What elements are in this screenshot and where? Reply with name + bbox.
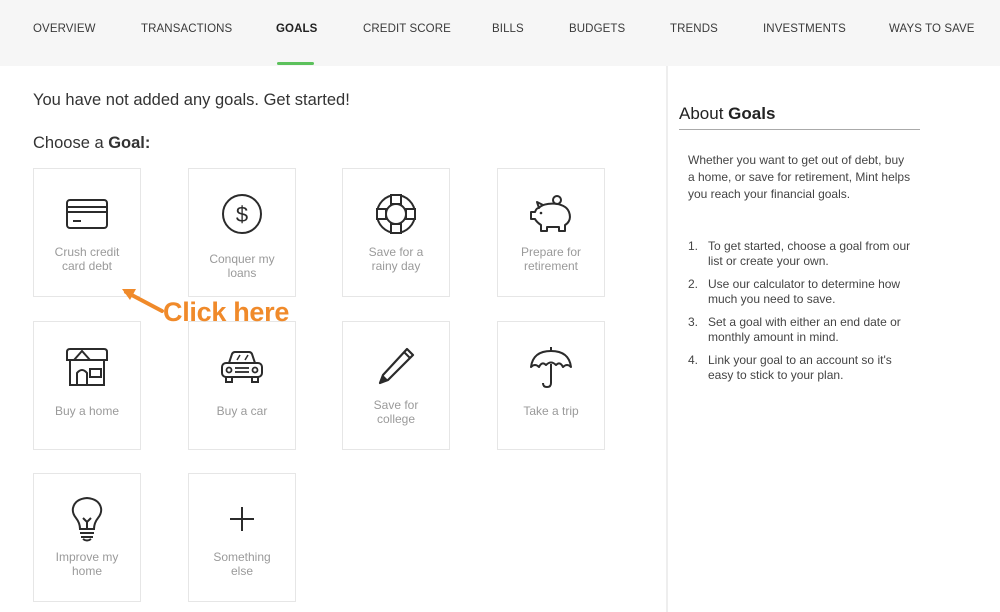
- about-step: 3. Set a goal with either an end date or …: [688, 315, 901, 344]
- goal-label: Buy a car: [216, 404, 268, 418]
- annotation-arrow-icon: [118, 284, 166, 321]
- svg-text:$: $: [236, 202, 248, 227]
- tab-overview[interactable]: OVERVIEW: [33, 23, 96, 35]
- tab-trends[interactable]: TRENDS: [670, 23, 718, 35]
- umbrella-icon: [498, 344, 604, 390]
- lightbulb-icon: [34, 496, 140, 542]
- tab-budgets[interactable]: BUDGETS: [569, 23, 625, 35]
- about-title-bold: Goals: [728, 104, 776, 123]
- goal-tile-buy-a-car[interactable]: Buy a car: [188, 321, 296, 450]
- about-step: 2. Use our calculator to determine how mu…: [688, 277, 901, 306]
- tab-investments[interactable]: INVESTMENTS: [763, 23, 846, 35]
- choose-goal-bold: Goal:: [108, 134, 151, 152]
- goal-label: Buy a home: [54, 404, 120, 418]
- goal-tile-buy-a-home[interactable]: Buy a home: [33, 321, 141, 450]
- goal-label: Save for a rainy day: [368, 245, 424, 273]
- about-title: About Goals: [679, 104, 775, 124]
- plus-icon: [189, 496, 295, 542]
- tab-goals[interactable]: GOALS: [276, 23, 317, 35]
- tab-credit-score[interactable]: CREDIT SCORE: [363, 23, 451, 35]
- car-icon: [189, 344, 295, 390]
- goal-label: Something else: [213, 550, 271, 578]
- about-description: Whether you want to get out of debt, buy…: [688, 153, 911, 201]
- goal-tile-save-for-rainy-day[interactable]: Save for a rainy day: [342, 168, 450, 297]
- goal-tile-conquer-my-loans[interactable]: $ Conquer my loans: [188, 168, 296, 297]
- goal-label: Improve my home: [55, 550, 119, 578]
- goal-tile-save-for-college[interactable]: Save for college: [342, 321, 450, 450]
- goal-tile-crush-credit-card-debt[interactable]: Crush credit card debt: [33, 168, 141, 297]
- sidebar-divider: [666, 66, 668, 612]
- tab-ways-to-save[interactable]: WAYS TO SAVE: [889, 23, 975, 35]
- piggy-bank-icon: [498, 191, 604, 237]
- about-steps-list: 1. To get started, choose a goal from our…: [688, 239, 913, 391]
- goal-label: Conquer my loans: [209, 252, 275, 280]
- top-navigation: OVERVIEW TRANSACTIONS GOALS CREDIT SCORE…: [0, 0, 1000, 66]
- about-step: 1. To get started, choose a goal from our…: [688, 239, 911, 268]
- about-title-prefix: About: [679, 104, 729, 123]
- goal-label: Take a trip: [523, 404, 579, 418]
- goal-tile-improve-my-home[interactable]: Improve my home: [33, 473, 141, 602]
- about-step: 4. Link your goal to an account so it's e…: [688, 353, 892, 382]
- house-icon: [34, 344, 140, 390]
- goal-label: Crush credit card debt: [54, 245, 120, 273]
- about-title-rule: [679, 129, 920, 130]
- active-tab-indicator: [277, 62, 314, 65]
- choose-goal-heading: Choose a Goal:: [33, 134, 150, 153]
- choose-goal-prefix: Choose a: [33, 134, 109, 152]
- empty-state-message: You have not added any goals. Get starte…: [33, 91, 350, 109]
- tab-transactions[interactable]: TRANSACTIONS: [141, 23, 232, 35]
- goal-tile-something-else[interactable]: Something else: [188, 473, 296, 602]
- dollar-circle-icon: $: [189, 191, 295, 237]
- goal-label: Save for college: [373, 398, 419, 426]
- click-here-annotation: Click here: [163, 297, 290, 327]
- credit-card-icon: [34, 191, 140, 237]
- goal-tile-prepare-for-retirement[interactable]: Prepare for retirement: [497, 168, 605, 297]
- goal-tile-take-a-trip[interactable]: Take a trip: [497, 321, 605, 450]
- goal-label: Prepare for retirement: [520, 245, 582, 273]
- pencil-icon: [343, 344, 449, 390]
- tab-bills[interactable]: BILLS: [492, 23, 524, 35]
- life-ring-icon: [343, 191, 449, 237]
